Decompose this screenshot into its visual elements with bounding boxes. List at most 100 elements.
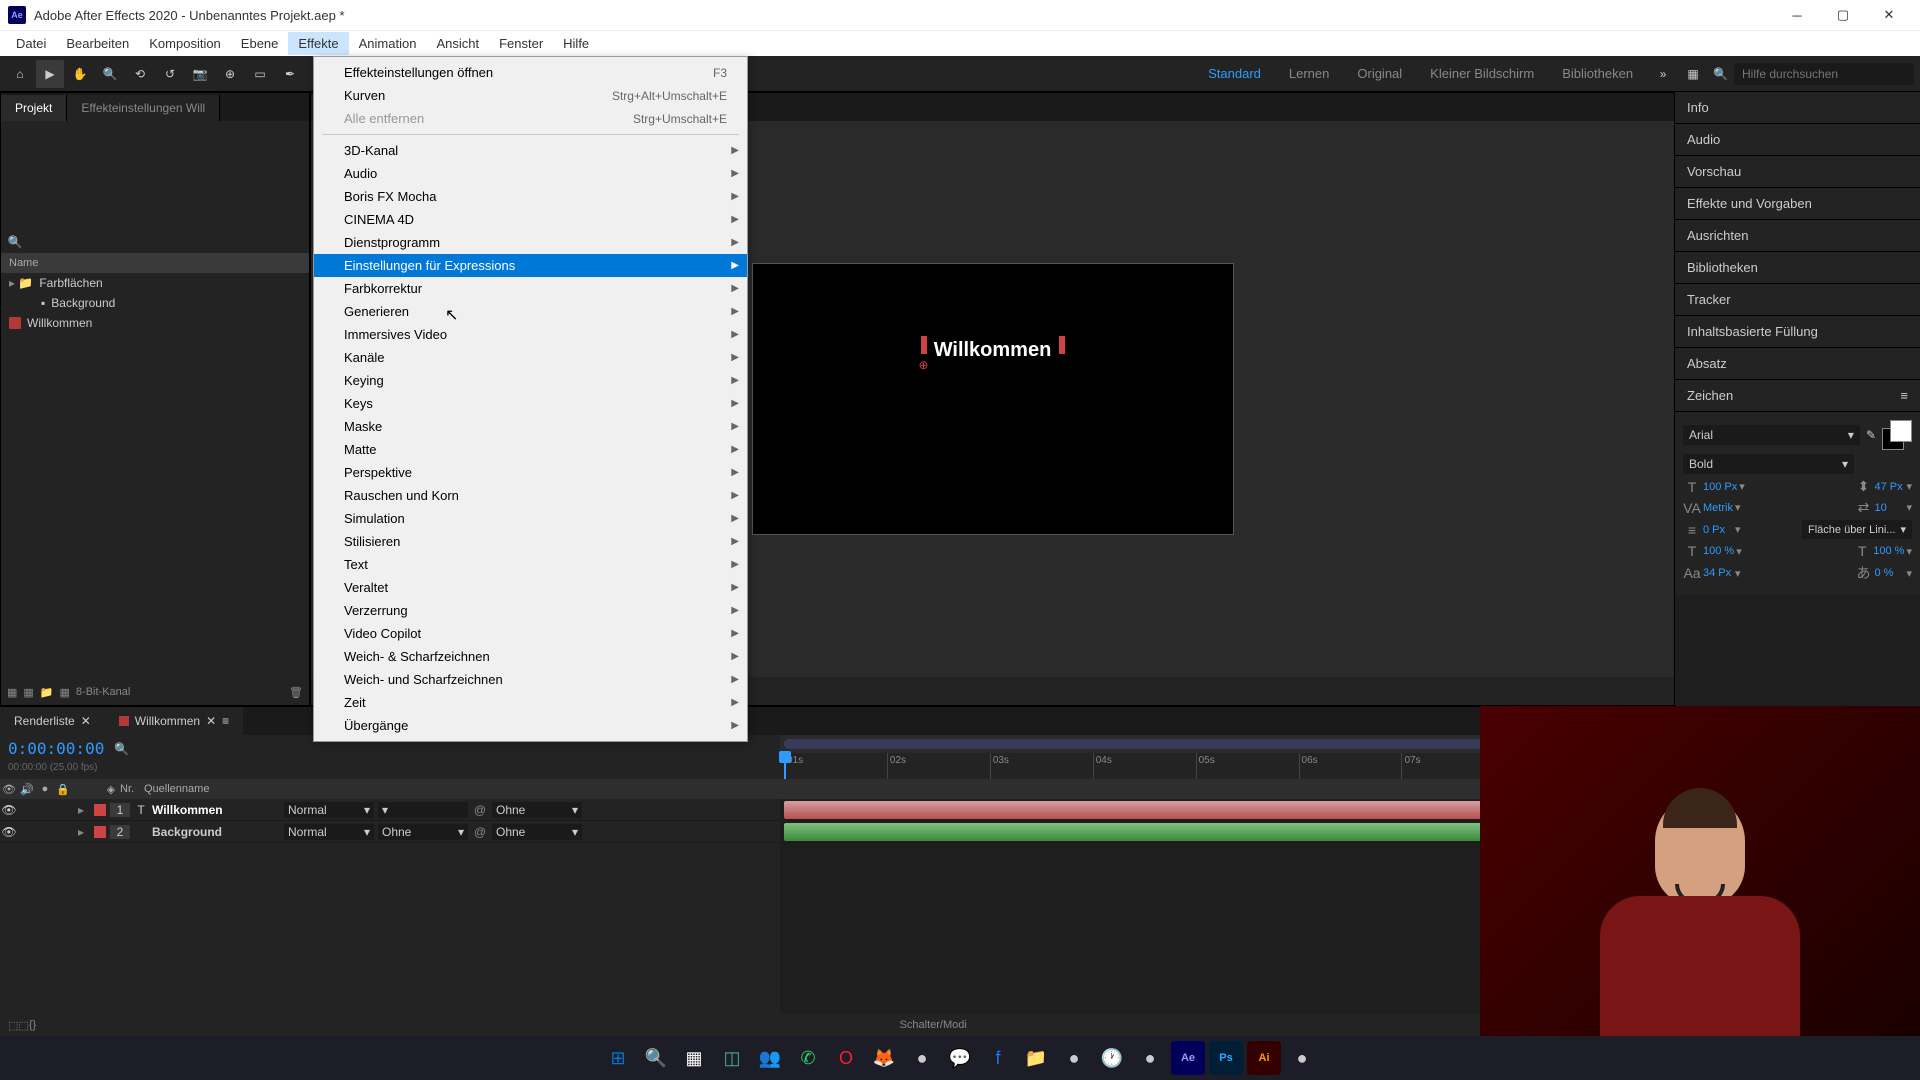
zoom-tool[interactable]: 🔍 bbox=[96, 60, 124, 88]
menu-datei[interactable]: Datei bbox=[6, 32, 56, 55]
playhead[interactable] bbox=[784, 753, 786, 779]
menu-animation[interactable]: Animation bbox=[349, 32, 427, 55]
workspace-lernen[interactable]: Lernen bbox=[1275, 60, 1343, 87]
taskbar-messenger-icon[interactable]: 💬 bbox=[943, 1041, 977, 1075]
project-tab[interactable]: Projekt bbox=[1, 95, 67, 121]
timeline-tab[interactable]: Renderliste ✕ bbox=[0, 707, 105, 735]
menu-hilfe[interactable]: Hilfe bbox=[553, 32, 599, 55]
taskbar-opera-icon[interactable]: O bbox=[829, 1041, 863, 1075]
menu-item[interactable]: Veraltet▶ bbox=[314, 576, 747, 599]
panel-toggle-icon[interactable]: ▦ bbox=[1679, 60, 1707, 88]
panel-header-audio[interactable]: Audio bbox=[1675, 124, 1920, 156]
selection-tool[interactable]: ▶ bbox=[36, 60, 64, 88]
leading-field[interactable]: ⬍47 Px▾ bbox=[1854, 478, 1912, 495]
parent-pick-icon[interactable]: @ bbox=[470, 825, 490, 839]
menu-item[interactable]: Dienstprogramm▶ bbox=[314, 231, 747, 254]
workspace-kleiner bildschirm[interactable]: Kleiner Bildschirm bbox=[1416, 60, 1548, 87]
menu-item[interactable]: CINEMA 4D▶ bbox=[314, 208, 747, 231]
taskbar-ae-icon[interactable]: Ae bbox=[1171, 1041, 1205, 1075]
parent-dropdown[interactable]: Ohne ▾ bbox=[492, 802, 582, 818]
taskbar-app4-icon[interactable]: ● bbox=[1285, 1041, 1319, 1075]
font-weight-dropdown[interactable]: Bold▾ bbox=[1683, 454, 1854, 474]
taskbar-windows-icon[interactable]: ⊞ bbox=[601, 1041, 635, 1075]
close-button[interactable]: ✕ bbox=[1866, 0, 1912, 30]
solo-column-icon[interactable]: ● bbox=[36, 783, 54, 795]
text-layer-display[interactable]: Willkommen bbox=[934, 339, 1052, 362]
twirl-icon[interactable]: ▸ bbox=[72, 803, 90, 817]
visibility-toggle[interactable]: 👁 bbox=[0, 803, 18, 817]
blend-mode-dropdown[interactable]: Normal ▾ bbox=[284, 824, 374, 840]
kerning-field[interactable]: VAMetrik▾ bbox=[1683, 500, 1741, 516]
menu-item[interactable]: Rauschen und Korn▶ bbox=[314, 484, 747, 507]
taskbar-taskview-icon[interactable]: ▦ bbox=[677, 1041, 711, 1075]
pan-behind-tool[interactable]: ⊕ bbox=[216, 60, 244, 88]
menu-item[interactable]: Generieren▶ bbox=[314, 300, 747, 323]
parent-pick-icon[interactable]: @ bbox=[470, 803, 490, 817]
panel-header-inhaltsbasierte-füllung[interactable]: Inhaltsbasierte Füllung bbox=[1675, 316, 1920, 348]
label-color[interactable] bbox=[94, 826, 106, 838]
hscale-field[interactable]: T100 %▾ bbox=[1853, 543, 1912, 559]
panel-menu-icon[interactable]: ≡ bbox=[1900, 388, 1908, 403]
timeline-footer-icon[interactable]: ⬚ bbox=[8, 1019, 18, 1032]
menu-item[interactable]: KurvenStrg+Alt+Umschalt+E bbox=[314, 84, 747, 107]
minimize-button[interactable]: ─ bbox=[1774, 0, 1820, 30]
twirl-icon[interactable]: ▸ bbox=[72, 825, 90, 839]
pen-tool[interactable]: ✒ bbox=[276, 60, 304, 88]
panel-header-bibliotheken[interactable]: Bibliotheken bbox=[1675, 252, 1920, 284]
taskbar-app3-icon[interactable]: ● bbox=[1133, 1041, 1167, 1075]
layer-row[interactable]: 👁▸2BackgroundNormal ▾Ohne ▾@Ohne ▾ bbox=[0, 821, 780, 843]
effects-menu-dropdown[interactable]: Effekteinstellungen öffnenF3KurvenStrg+A… bbox=[313, 56, 748, 742]
vscale-field[interactable]: T100 %▾ bbox=[1683, 543, 1742, 559]
folder-icon[interactable]: 📁 bbox=[40, 686, 54, 699]
menu-item[interactable]: Effekteinstellungen öffnenF3 bbox=[314, 61, 747, 84]
taskbar-teams-icon[interactable]: 👥 bbox=[753, 1041, 787, 1075]
label-column-icon[interactable]: ◈ bbox=[102, 783, 120, 796]
panel-header-effekte-und-vorgaben[interactable]: Effekte und Vorgaben bbox=[1675, 188, 1920, 220]
interpret-icon[interactable]: ▦ bbox=[7, 686, 17, 699]
hand-tool[interactable]: ✋ bbox=[66, 60, 94, 88]
camera-tool[interactable]: 📷 bbox=[186, 60, 214, 88]
project-item[interactable]: Willkommen bbox=[1, 313, 309, 333]
menu-item[interactable]: Text▶ bbox=[314, 553, 747, 576]
track-matte-dropdown[interactable]: Ohne ▾ bbox=[378, 824, 468, 840]
taskbar-whatsapp-icon[interactable]: ✆ bbox=[791, 1041, 825, 1075]
panel-header-absatz[interactable]: Absatz bbox=[1675, 348, 1920, 380]
menu-item[interactable]: Verzerrung▶ bbox=[314, 599, 747, 622]
menu-item[interactable]: Stilisieren▶ bbox=[314, 530, 747, 553]
menu-item[interactable]: Weich- und Scharfzeichnen▶ bbox=[314, 668, 747, 691]
project-item[interactable]: ▸ 📁Farbflächen bbox=[1, 273, 309, 293]
bpc-icon[interactable]: ▦ bbox=[23, 686, 33, 699]
menu-item[interactable]: Keying▶ bbox=[314, 369, 747, 392]
timeline-footer-icon[interactable]: {} bbox=[29, 1019, 36, 1031]
menu-item[interactable]: Matte▶ bbox=[314, 438, 747, 461]
panel-header-vorschau[interactable]: Vorschau bbox=[1675, 156, 1920, 188]
text-handle-right[interactable] bbox=[1059, 336, 1065, 354]
menu-item[interactable]: Keys▶ bbox=[314, 392, 747, 415]
effect-controls-tab[interactable]: Effekteinstellungen Will bbox=[67, 95, 220, 121]
layer-row[interactable]: 👁▸1TWillkommenNormal ▾ ▾@Ohne ▾ bbox=[0, 799, 780, 821]
orbit-tool[interactable]: ⟲ bbox=[126, 60, 154, 88]
parent-dropdown[interactable]: Ohne ▾ bbox=[492, 824, 582, 840]
menu-item[interactable]: Perspektive▶ bbox=[314, 461, 747, 484]
stroke-field[interactable]: ≡0 Px▾ bbox=[1683, 522, 1741, 538]
taskbar-ps-icon[interactable]: Ps bbox=[1209, 1041, 1243, 1075]
taskbar-search-icon[interactable]: 🔍 bbox=[639, 1041, 673, 1075]
bit-depth-label[interactable]: 8-Bit-Kanal bbox=[76, 686, 130, 698]
tsume-field[interactable]: あ0 %▾ bbox=[1854, 563, 1912, 583]
visibility-toggle[interactable]: 👁 bbox=[0, 825, 18, 839]
layer-name[interactable]: Willkommen bbox=[152, 803, 282, 817]
taskbar-app1-icon[interactable]: ● bbox=[905, 1041, 939, 1075]
character-panel-header[interactable]: Zeichen≡ bbox=[1675, 380, 1920, 412]
panel-header-tracker[interactable]: Tracker bbox=[1675, 284, 1920, 316]
layer-name[interactable]: Background bbox=[152, 825, 282, 839]
help-search-input[interactable] bbox=[1734, 63, 1914, 85]
menu-item[interactable]: Farbkorrektur▶ bbox=[314, 277, 747, 300]
menu-ebene[interactable]: Ebene bbox=[231, 32, 289, 55]
font-family-dropdown[interactable]: Arial▾ bbox=[1683, 425, 1860, 445]
track-matte-dropdown[interactable]: ▾ bbox=[378, 802, 468, 818]
menu-item[interactable]: Übergänge▶ bbox=[314, 714, 747, 737]
lock-column-icon[interactable]: 🔒 bbox=[54, 783, 72, 796]
taskbar-facebook-icon[interactable]: f bbox=[981, 1041, 1015, 1075]
composition-canvas[interactable]: Willkommen ⊕ bbox=[753, 264, 1233, 534]
menu-bearbeiten[interactable]: Bearbeiten bbox=[56, 32, 139, 55]
